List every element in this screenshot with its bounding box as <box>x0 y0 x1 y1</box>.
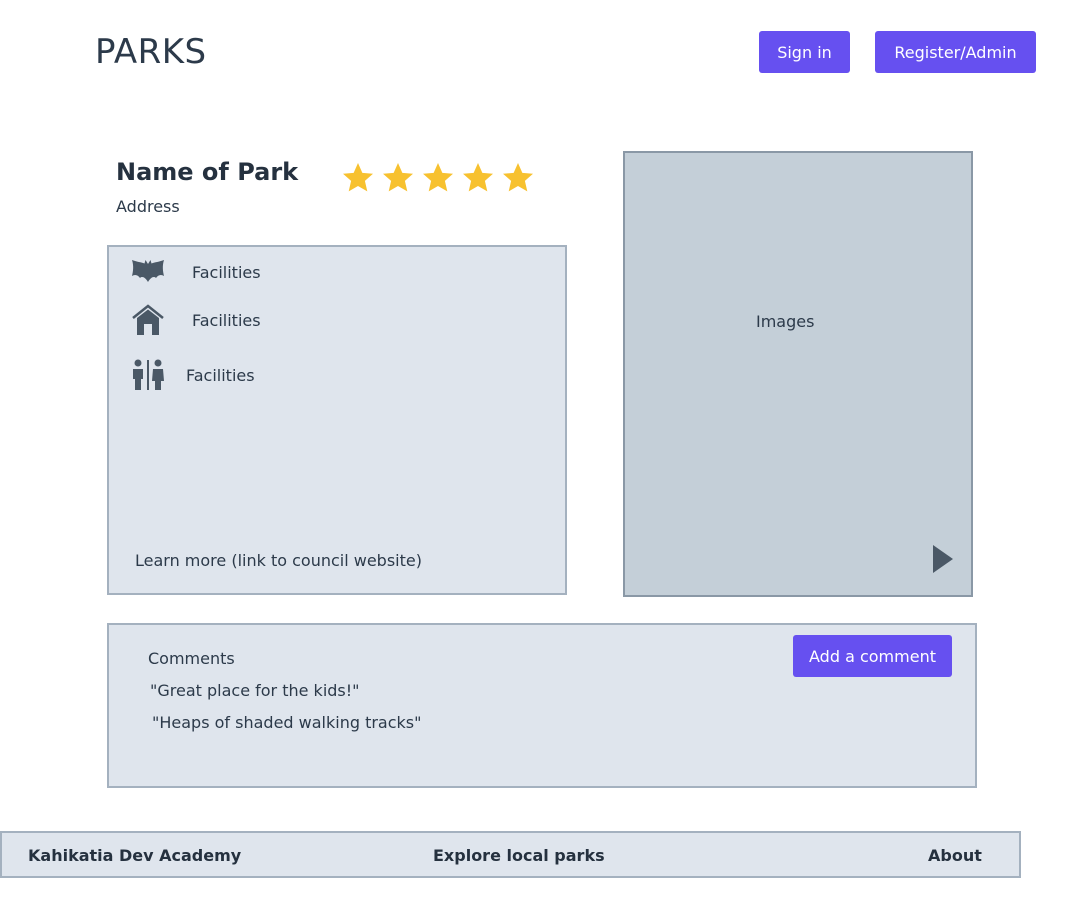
comment-item: "Great place for the kids!" <box>150 681 360 700</box>
star-icon[interactable] <box>340 160 376 196</box>
footer-explore-link[interactable]: Explore local parks <box>433 846 605 865</box>
add-comment-button[interactable]: Add a comment <box>793 635 952 677</box>
sign-in-button[interactable]: Sign in <box>759 31 850 73</box>
facilities-panel: Facilities Facilities Facilities Learn m… <box>107 245 567 595</box>
image-gallery[interactable]: Images <box>623 151 973 597</box>
park-address: Address <box>116 197 180 216</box>
facility-item: Facilities <box>131 358 255 392</box>
bat-icon <box>131 255 165 289</box>
house-icon <box>131 303 165 337</box>
park-name: Name of Park <box>116 158 299 186</box>
star-icon[interactable] <box>460 160 496 196</box>
footer-brand[interactable]: Kahikatia Dev Academy <box>28 846 241 865</box>
facility-item: Facilities <box>131 255 261 289</box>
register-admin-button[interactable]: Register/Admin <box>875 31 1036 73</box>
facility-label: Facilities <box>192 262 261 282</box>
images-placeholder-label: Images <box>756 312 815 331</box>
facility-label: Facilities <box>186 365 255 385</box>
learn-more-link[interactable]: Learn more (link to council website) <box>135 551 422 570</box>
site-logo[interactable]: PARKS <box>95 32 207 72</box>
footer: Kahikatia Dev Academy Explore local park… <box>0 831 1021 878</box>
star-icon[interactable] <box>380 160 416 196</box>
comments-panel: Comments "Great place for the kids!" "He… <box>107 623 977 788</box>
facility-label: Facilities <box>192 310 261 330</box>
star-icon[interactable] <box>500 160 536 196</box>
facility-item: Facilities <box>131 303 261 337</box>
star-rating[interactable] <box>340 160 536 196</box>
footer-about-link[interactable]: About <box>928 846 982 865</box>
star-icon[interactable] <box>420 160 456 196</box>
comment-item: "Heaps of shaded walking tracks" <box>152 713 422 732</box>
play-icon[interactable] <box>931 543 955 575</box>
toilet-icon <box>131 358 165 392</box>
comments-heading: Comments <box>148 649 235 668</box>
